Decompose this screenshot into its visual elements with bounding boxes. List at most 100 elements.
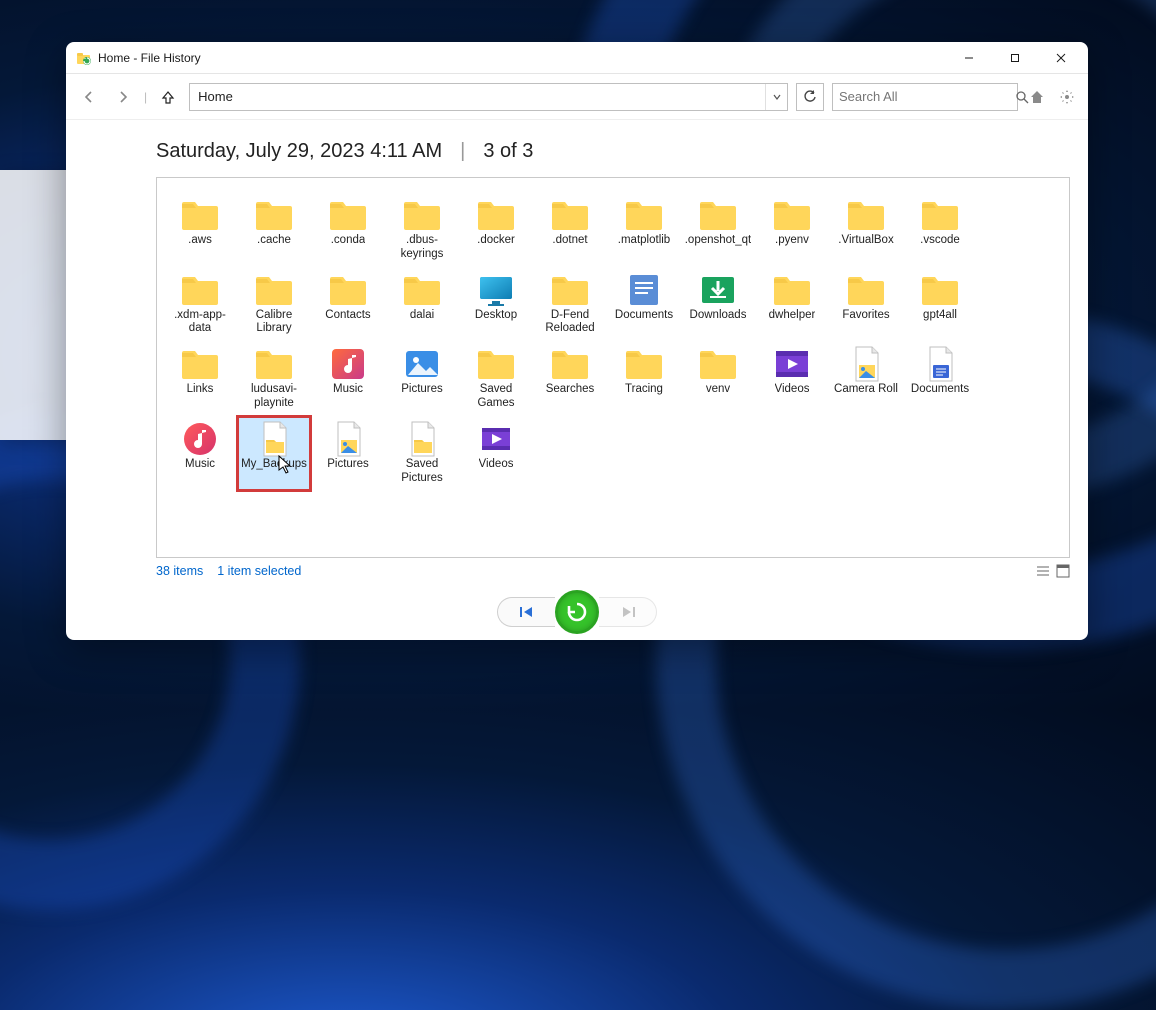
status-bar: 38 items 1 item selected	[156, 558, 1070, 584]
file-item[interactable]: .dbus-keyrings	[385, 192, 459, 267]
folder-icon	[252, 271, 296, 309]
nav-separator: |	[144, 90, 147, 104]
file-item[interactable]: .pyenv	[755, 192, 829, 267]
file-item[interactable]: .docker	[459, 192, 533, 267]
file-item[interactable]: Pictures	[311, 416, 385, 491]
file-item[interactable]: Favorites	[829, 267, 903, 342]
close-button[interactable]	[1038, 43, 1084, 73]
file-item[interactable]: Calibre Library	[237, 267, 311, 342]
documents-icon	[622, 271, 666, 309]
file-folder-icon	[400, 420, 444, 458]
file-item-label: .dotnet	[552, 234, 587, 248]
previous-version-button[interactable]	[497, 597, 555, 627]
file-item[interactable]: .xdm-app-data	[163, 267, 237, 342]
minimize-button[interactable]	[946, 43, 992, 73]
file-item-label: Music	[333, 383, 363, 397]
folder-icon	[918, 271, 962, 309]
file-item[interactable]: Videos	[459, 416, 533, 491]
file-item-label: dalai	[410, 309, 434, 323]
file-item[interactable]: venv	[681, 341, 755, 416]
file-item[interactable]: Music	[163, 416, 237, 491]
selection-count: 1 item selected	[217, 564, 301, 578]
refresh-button[interactable]	[796, 83, 824, 111]
file-item[interactable]: Desktop	[459, 267, 533, 342]
location-dropdown-icon[interactable]	[765, 84, 787, 110]
details-view-icon[interactable]	[1036, 564, 1050, 578]
downloads-icon	[696, 271, 740, 309]
folder-icon	[252, 196, 296, 234]
file-list-pane[interactable]: .aws .cache .conda .dbus-keyrings.docker .do…	[156, 177, 1070, 558]
file-item[interactable]: Downloads	[681, 267, 755, 342]
location-box[interactable]: Home	[189, 83, 788, 111]
file-item[interactable]: Videos	[755, 341, 829, 416]
folder-icon	[326, 271, 370, 309]
file-item-label: Saved Pictures	[388, 458, 456, 486]
forward-button[interactable]	[110, 84, 136, 110]
file-item-label: Searches	[546, 383, 595, 397]
file-item[interactable]: ludusavi-playnite	[237, 341, 311, 416]
thumbnails-view-icon[interactable]	[1056, 564, 1070, 578]
next-version-button[interactable]	[599, 597, 657, 627]
file-item[interactable]: .dotnet	[533, 192, 607, 267]
file-item-label: Tracing	[625, 383, 663, 397]
folder-icon	[622, 196, 666, 234]
file-item[interactable]: .openshot_qt	[681, 192, 755, 267]
up-button[interactable]	[155, 84, 181, 110]
file-item[interactable]: Saved Pictures	[385, 416, 459, 491]
file-item[interactable]: Documents	[607, 267, 681, 342]
file-item-label: Pictures	[401, 383, 443, 397]
file-item[interactable]: Searches	[533, 341, 607, 416]
file-item-label: .conda	[331, 234, 366, 248]
file-item-label: Videos	[479, 458, 514, 472]
file-item[interactable]: Camera Roll	[829, 341, 903, 416]
file-item[interactable]: dalai	[385, 267, 459, 342]
file-item-label: .dbus-keyrings	[388, 234, 456, 262]
file-folder-icon	[252, 420, 296, 458]
file-item-label: venv	[706, 383, 730, 397]
search-box[interactable]	[832, 83, 1018, 111]
left-gutter	[66, 120, 156, 584]
file-item[interactable]: Tracing	[607, 341, 681, 416]
file-item-label: Links	[187, 383, 214, 397]
file-item-label: Desktop	[475, 309, 517, 323]
folder-icon	[548, 196, 592, 234]
search-input[interactable]	[839, 89, 1015, 104]
file-item[interactable]: Pictures	[385, 341, 459, 416]
file-item[interactable]: My_Backups	[237, 416, 311, 491]
folder-icon	[474, 196, 518, 234]
file-item-label: dwhelper	[769, 309, 816, 323]
file-item-label: Calibre Library	[240, 309, 308, 337]
file-item[interactable]: dwhelper	[755, 267, 829, 342]
file-item[interactable]: Music	[311, 341, 385, 416]
file-item[interactable]: Documents	[903, 341, 977, 416]
file-item[interactable]: .VirtualBox	[829, 192, 903, 267]
back-button[interactable]	[76, 84, 102, 110]
maximize-button[interactable]	[992, 43, 1038, 73]
file-item-label: .cache	[257, 234, 291, 248]
file-item-label: Documents	[615, 309, 673, 323]
folder-icon	[696, 196, 740, 234]
restore-button[interactable]	[555, 590, 599, 634]
file-item[interactable]: .cache	[237, 192, 311, 267]
file-item[interactable]: .matplotlib	[607, 192, 681, 267]
file-item-label: gpt4all	[923, 309, 957, 323]
folder-icon	[770, 271, 814, 309]
file-item[interactable]: .vscode	[903, 192, 977, 267]
file-item[interactable]: gpt4all	[903, 267, 977, 342]
file-item[interactable]: Saved Games	[459, 341, 533, 416]
folder-icon	[400, 271, 444, 309]
file-item[interactable]: .conda	[311, 192, 385, 267]
folder-icon	[474, 345, 518, 383]
file-item[interactable]: Contacts	[311, 267, 385, 342]
location-text: Home	[190, 89, 765, 104]
home-button[interactable]	[1026, 86, 1048, 108]
page-indicator: 3 of 3	[483, 140, 533, 163]
heading-row: Saturday, July 29, 2023 4:11 AM | 3 of 3	[156, 120, 1070, 177]
file-item-label: .pyenv	[775, 234, 809, 248]
item-count: 38 items	[156, 564, 203, 578]
file-item[interactable]: Links	[163, 341, 237, 416]
file-item[interactable]: .aws	[163, 192, 237, 267]
settings-button[interactable]	[1056, 86, 1078, 108]
file-item[interactable]: D-Fend Reloaded	[533, 267, 607, 342]
folder-icon	[918, 196, 962, 234]
